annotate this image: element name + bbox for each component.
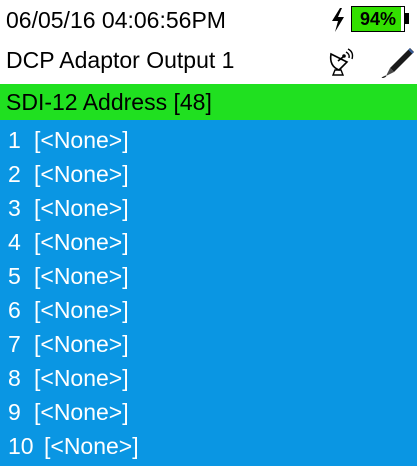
item-value: [<None>] bbox=[34, 399, 129, 425]
item-value: [<None>] bbox=[34, 297, 129, 323]
item-value: [<None>] bbox=[34, 195, 129, 221]
item-value: [<None>] bbox=[34, 331, 129, 357]
item-value: [<None>] bbox=[34, 365, 129, 391]
lightning-bolt-icon bbox=[332, 8, 344, 32]
selected-row[interactable]: SDI-12 Address [48] bbox=[0, 84, 417, 120]
battery-tip bbox=[405, 13, 409, 24]
list-item[interactable]: 1 [<None>] bbox=[0, 123, 417, 157]
list-item[interactable]: 5 [<None>] bbox=[0, 259, 417, 293]
item-value: [<None>] bbox=[34, 263, 129, 289]
list-item[interactable]: 2 [<None>] bbox=[0, 157, 417, 191]
battery-percent: 94% bbox=[359, 9, 397, 29]
satellite-dish-icon[interactable] bbox=[327, 48, 357, 76]
item-list: 1 [<None>] 2 [<None>] 3 [<None>] 4 [<Non… bbox=[0, 120, 417, 466]
device-screen: 06/05/16 04:06:56PM 94% DCP Adaptor Outp… bbox=[0, 0, 417, 466]
item-value: [<None>] bbox=[34, 127, 129, 153]
list-item[interactable]: 9 [<None>] bbox=[0, 395, 417, 429]
list-item[interactable]: 3 [<None>] bbox=[0, 191, 417, 225]
page-title: DCP Adaptor Output 1 bbox=[6, 47, 235, 73]
list-item[interactable]: 7 [<None>] bbox=[0, 327, 417, 361]
item-number: 5 bbox=[8, 263, 21, 289]
item-value: [<None>] bbox=[34, 161, 129, 187]
item-number: 7 bbox=[8, 331, 21, 357]
item-number: 4 bbox=[8, 229, 21, 255]
item-number: 10 bbox=[8, 433, 34, 459]
item-number: 9 bbox=[8, 399, 21, 425]
item-number: 2 bbox=[8, 161, 21, 187]
item-number: 3 bbox=[8, 195, 21, 221]
list-item[interactable]: 10 [<None>] bbox=[0, 429, 417, 463]
header: DCP Adaptor Output 1 bbox=[0, 40, 417, 80]
item-number: 8 bbox=[8, 365, 21, 391]
sdi12-address-label: SDI-12 Address [48] bbox=[6, 89, 212, 115]
probe-pen-icon[interactable] bbox=[380, 46, 416, 78]
item-number: 6 bbox=[8, 297, 21, 323]
battery-icon: 94% bbox=[351, 6, 409, 32]
battery-body: 94% bbox=[351, 6, 405, 32]
item-number: 1 bbox=[8, 127, 21, 153]
list-item[interactable]: 4 [<None>] bbox=[0, 225, 417, 259]
list-item[interactable]: 8 [<None>] bbox=[0, 361, 417, 395]
list-item[interactable]: 6 [<None>] bbox=[0, 293, 417, 327]
status-bar: 06/05/16 04:06:56PM 94% bbox=[0, 0, 417, 40]
item-value: [<None>] bbox=[44, 433, 139, 459]
datetime-label: 06/05/16 04:06:56PM bbox=[6, 7, 226, 33]
item-value: [<None>] bbox=[34, 229, 129, 255]
